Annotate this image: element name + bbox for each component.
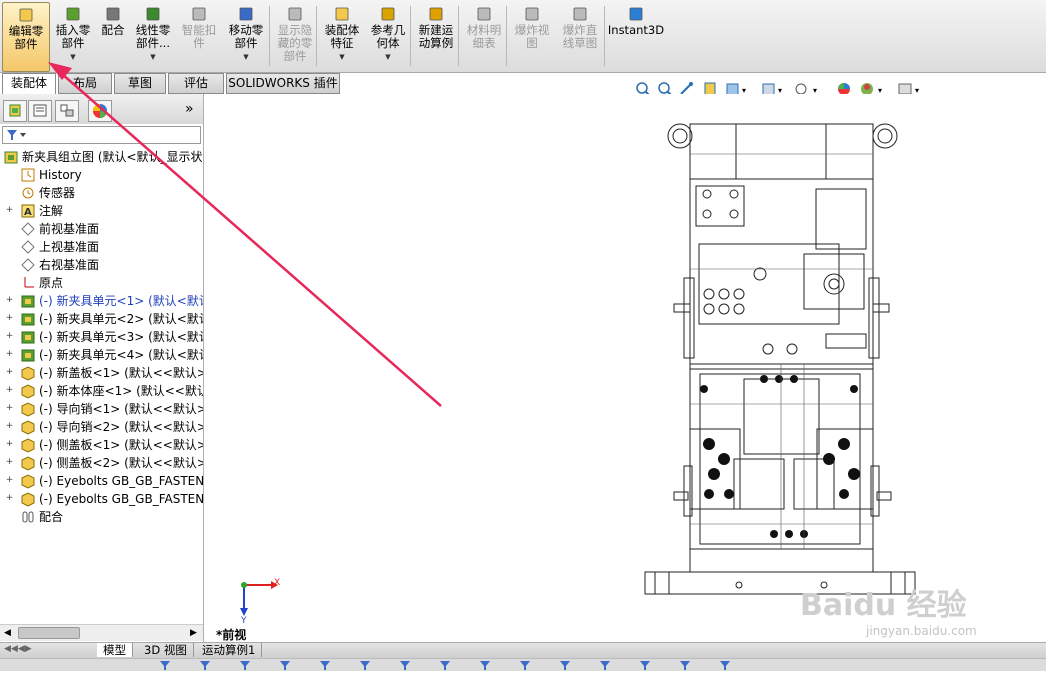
bottom-tab-bar: ◀◀◀▶ 模型 3D 视图 运动算例1 <box>0 642 1046 658</box>
tab-3d-view[interactable]: 3D 视图 <box>138 643 194 657</box>
tab-model[interactable]: 模型 <box>97 643 133 657</box>
filter-toolbar-icons[interactable] <box>0 659 1046 671</box>
tab-nav-arrows-icon[interactable]: ◀◀◀▶ <box>4 644 32 654</box>
status-toolbar <box>0 658 1046 671</box>
tab-motion-study[interactable]: 运动算例1 <box>196 643 263 657</box>
annotation-arrow <box>48 62 442 407</box>
